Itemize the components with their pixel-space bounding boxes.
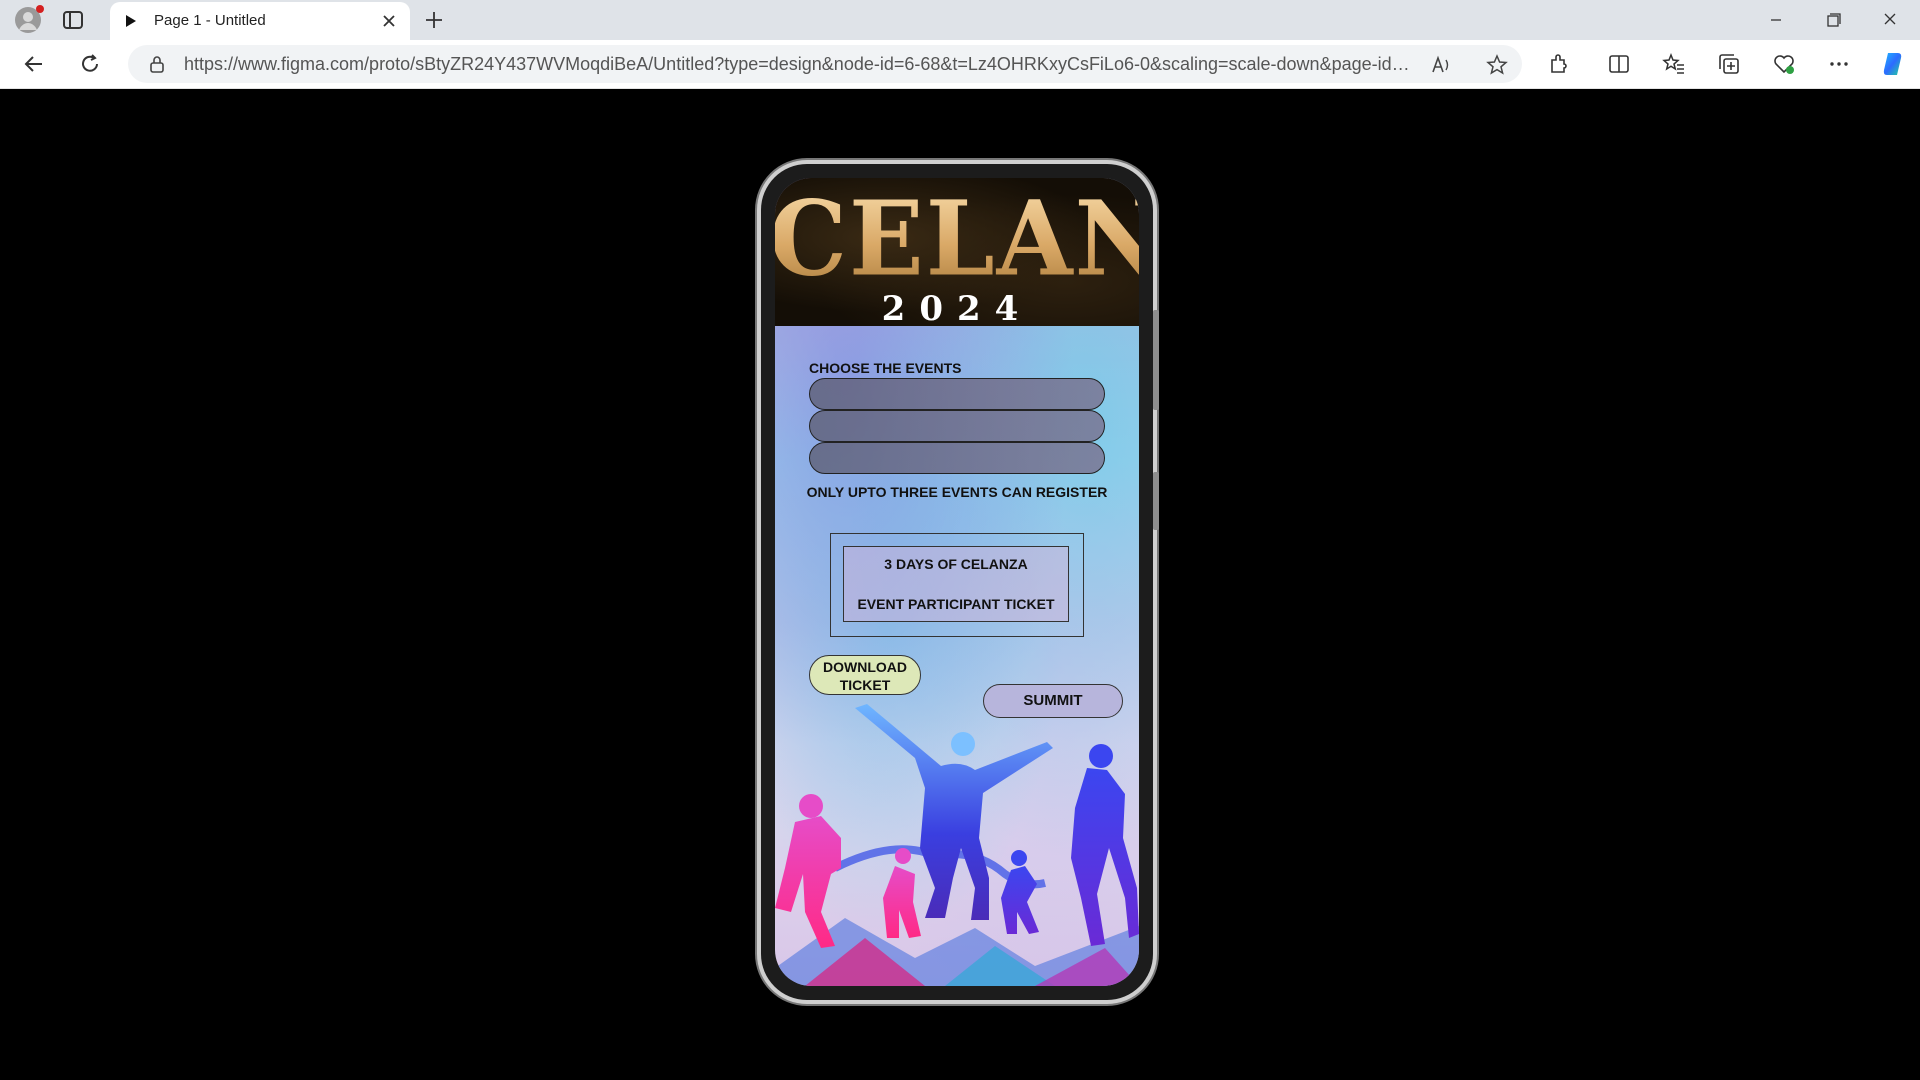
address-bar[interactable]: https://www.figma.com/proto/sBtyZR24Y437…: [128, 45, 1522, 83]
more-options-icon[interactable]: [1827, 52, 1851, 76]
ticket-days-text: 3 DAYS OF CELANZA: [884, 556, 1028, 572]
url-text[interactable]: https://www.figma.com/proto/sBtyZR24Y437…: [184, 54, 1414, 75]
new-tab-icon[interactable]: [422, 8, 446, 32]
ticket-type-text: EVENT PARTICIPANT TICKET: [857, 596, 1055, 612]
phone-screen: CELANZA 2024 CHOOSE THE EVENTS ONLY UPTO…: [775, 178, 1139, 986]
collections-icon[interactable]: [1717, 52, 1741, 76]
phone-power-button: [1153, 472, 1159, 530]
phone-volume-button: [1153, 310, 1159, 410]
favorites-icon[interactable]: [1662, 52, 1686, 76]
minimize-icon[interactable]: [1762, 8, 1790, 32]
event-select-3[interactable]: [809, 442, 1105, 474]
browser-essentials-icon[interactable]: [1772, 52, 1796, 76]
browser-tab[interactable]: Page 1 - Untitled: [110, 2, 410, 40]
extensions-icon[interactable]: [1547, 52, 1571, 76]
lock-icon[interactable]: [148, 55, 166, 73]
download-label-line1: DOWNLOAD: [823, 659, 907, 675]
app-header: CELANZA 2024: [775, 178, 1139, 329]
tab-actions-icon[interactable]: [62, 9, 84, 31]
download-ticket-button[interactable]: DOWNLOAD TICKET: [809, 655, 921, 695]
event-year: 2024: [881, 289, 1033, 329]
split-screen-icon[interactable]: [1607, 52, 1631, 76]
choose-events-label: CHOOSE THE EVENTS: [809, 360, 962, 376]
event-select-1[interactable]: [809, 378, 1105, 410]
refresh-icon[interactable]: [78, 52, 102, 76]
tab-title: Page 1 - Untitled: [154, 12, 266, 29]
navigation-bar: https://www.figma.com/proto/sBtyZR24Y437…: [0, 40, 1920, 89]
download-label-line2: TICKET: [839, 677, 891, 693]
notification-dot: [36, 5, 44, 13]
event-limit-note: ONLY UPTO THREE EVENTS CAN REGISTER: [806, 484, 1108, 500]
copilot-icon[interactable]: [1880, 50, 1908, 78]
brand-logo: CELANZA: [775, 181, 1139, 299]
read-aloud-icon[interactable]: [1430, 54, 1452, 76]
play-icon: [126, 15, 136, 27]
favorite-star-icon[interactable]: [1486, 54, 1508, 76]
window-close-icon[interactable]: [1876, 8, 1904, 32]
restore-icon[interactable]: [1819, 8, 1847, 32]
tab-bar: Page 1 - Untitled: [0, 0, 1920, 40]
runners-illustration: [775, 704, 1139, 986]
back-arrow-icon[interactable]: [22, 52, 46, 76]
close-icon[interactable]: [380, 12, 398, 30]
event-select-2[interactable]: [809, 410, 1105, 442]
